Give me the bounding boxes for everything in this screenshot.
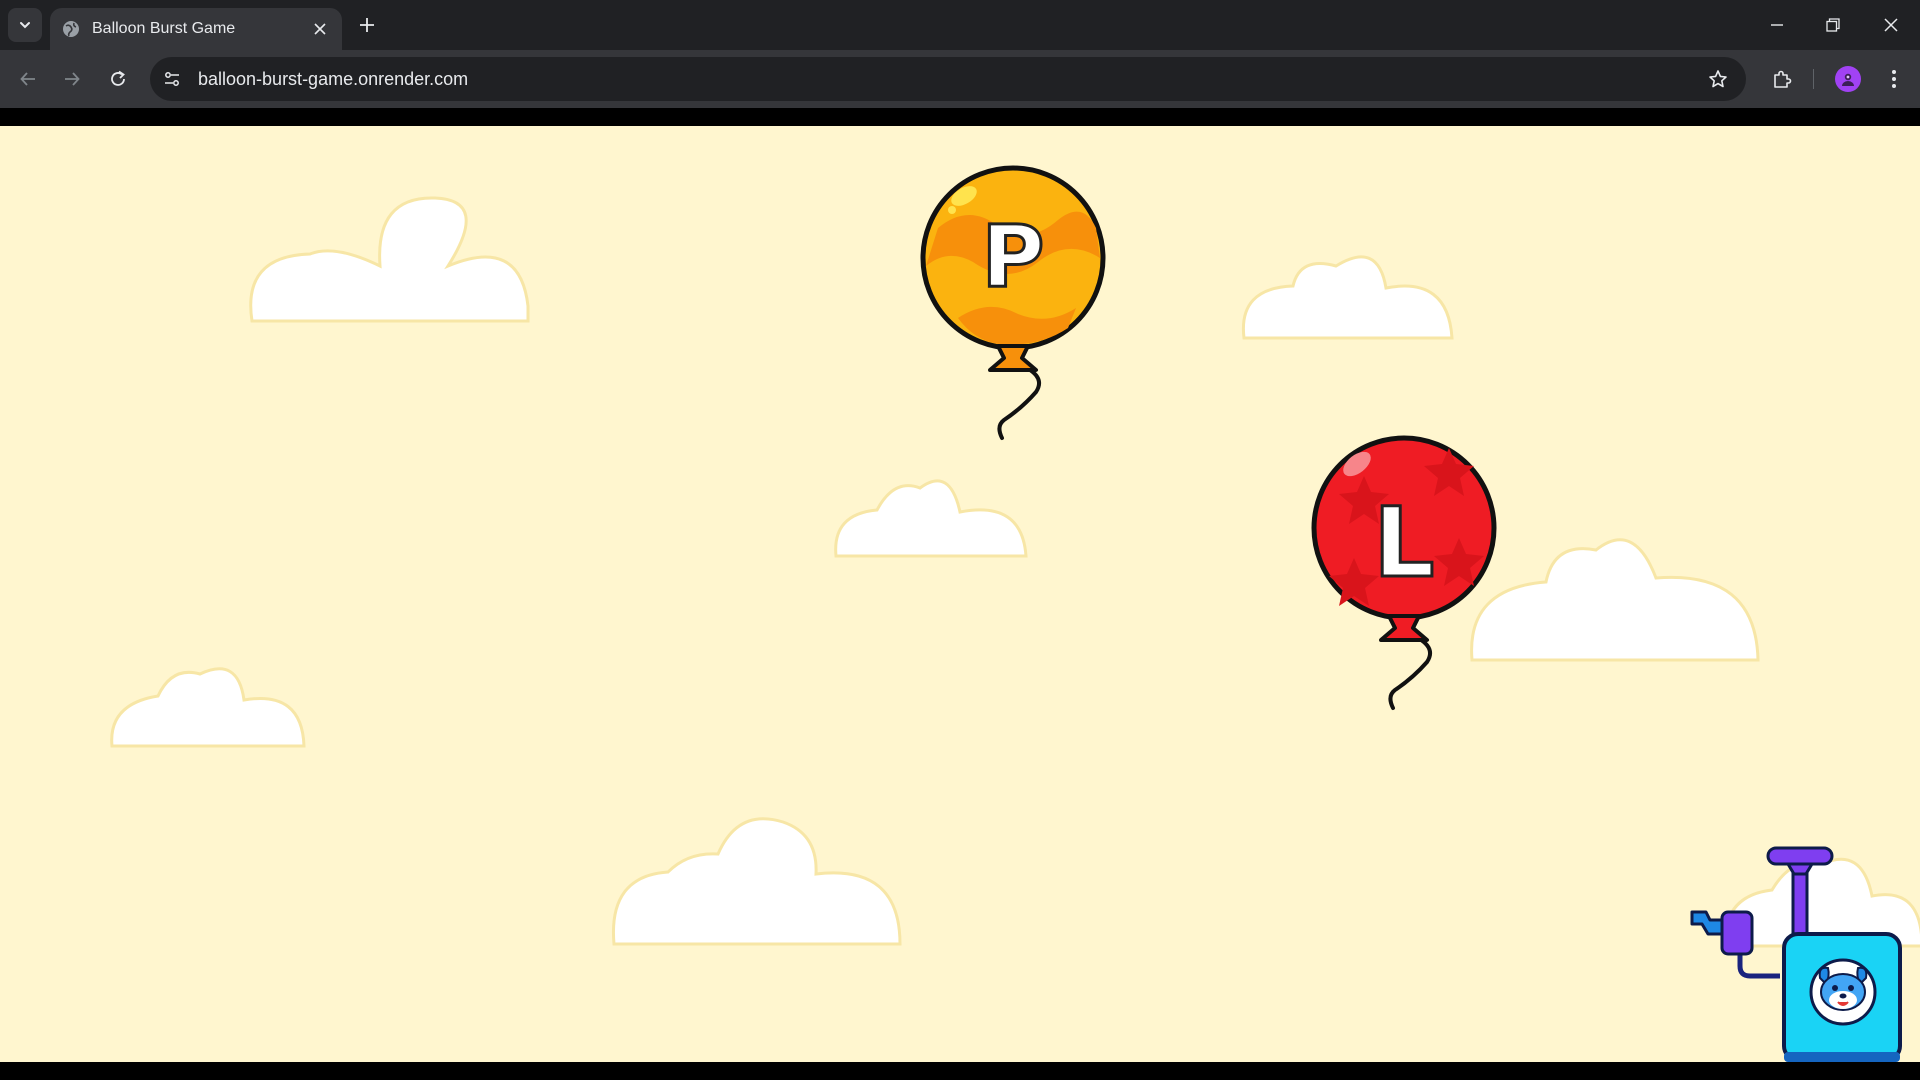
chevron-down-icon bbox=[20, 22, 30, 29]
extensions-button[interactable] bbox=[1766, 63, 1798, 95]
url-text: balloon-burst-game.onrender.com bbox=[198, 68, 469, 89]
profile-avatar[interactable] bbox=[1835, 66, 1861, 92]
plus-icon bbox=[360, 18, 374, 32]
cloud bbox=[1241, 255, 1454, 340]
air-pump[interactable] bbox=[1680, 816, 1920, 1062]
pump-rod bbox=[1791, 872, 1809, 940]
tab-close-button[interactable] bbox=[310, 19, 330, 39]
balloon-shine bbox=[948, 206, 956, 214]
balloon-string bbox=[997, 360, 1042, 440]
bookmark-button[interactable] bbox=[1702, 63, 1734, 95]
restore-button[interactable] bbox=[1818, 10, 1848, 40]
kebab-menu-icon bbox=[1892, 70, 1896, 88]
back-button[interactable] bbox=[12, 63, 44, 95]
close-icon bbox=[314, 23, 326, 35]
globe-icon bbox=[62, 20, 80, 38]
pump-handle bbox=[1766, 846, 1834, 866]
back-arrow-icon bbox=[20, 72, 35, 86]
cloud bbox=[611, 817, 902, 946]
star-icon bbox=[1709, 70, 1727, 88]
balloon-string bbox=[1388, 630, 1433, 710]
balloon-letter: L bbox=[1373, 487, 1434, 599]
reload-button[interactable] bbox=[102, 63, 134, 95]
forward-button[interactable] bbox=[56, 63, 88, 95]
address-bar[interactable]: balloon-burst-game.onrender.com bbox=[150, 57, 1746, 101]
close-window-button[interactable] bbox=[1876, 10, 1906, 40]
browser-toolbar: balloon-burst-game.onrender.com bbox=[0, 50, 1920, 108]
restore-icon bbox=[1826, 18, 1840, 32]
cloud bbox=[249, 196, 530, 323]
toolbar-separator bbox=[1813, 69, 1814, 89]
browser-tab[interactable]: Balloon Burst Game bbox=[50, 8, 342, 50]
tune-icon bbox=[165, 72, 179, 86]
pump-base bbox=[1784, 1052, 1900, 1062]
letterbox-bottom bbox=[0, 1062, 1920, 1080]
cloud bbox=[834, 479, 1028, 558]
pump-nozzle bbox=[1690, 910, 1724, 936]
balloon-p[interactable]: P bbox=[918, 158, 1108, 448]
puzzle-icon bbox=[1774, 70, 1792, 88]
letterbox-top bbox=[0, 108, 1920, 126]
reload-icon bbox=[111, 70, 125, 86]
balloon-knot bbox=[1379, 614, 1429, 642]
cloud bbox=[1470, 538, 1760, 662]
site-info-button[interactable] bbox=[156, 63, 188, 95]
balloon-letter: P bbox=[981, 207, 1044, 307]
balloon-knot bbox=[988, 344, 1038, 372]
blue-dog-mascot-icon bbox=[1809, 958, 1877, 1026]
balloon-l[interactable]: L bbox=[1309, 428, 1499, 718]
forward-arrow-icon bbox=[65, 72, 80, 86]
new-tab-button[interactable] bbox=[354, 12, 380, 38]
avatar-icon bbox=[1842, 73, 1854, 86]
tab-search-button[interactable] bbox=[8, 8, 42, 42]
cloud bbox=[110, 667, 306, 748]
minimize-icon bbox=[1771, 24, 1783, 26]
pump-valve bbox=[1720, 910, 1754, 956]
menu-button[interactable] bbox=[1878, 63, 1910, 95]
tab-title: Balloon Burst Game bbox=[92, 20, 236, 37]
minimize-button[interactable] bbox=[1762, 10, 1792, 40]
tab-bar: Balloon Burst Game bbox=[0, 0, 1920, 50]
close-icon bbox=[1884, 18, 1898, 32]
game-canvas[interactable]: P L bbox=[0, 126, 1920, 1062]
